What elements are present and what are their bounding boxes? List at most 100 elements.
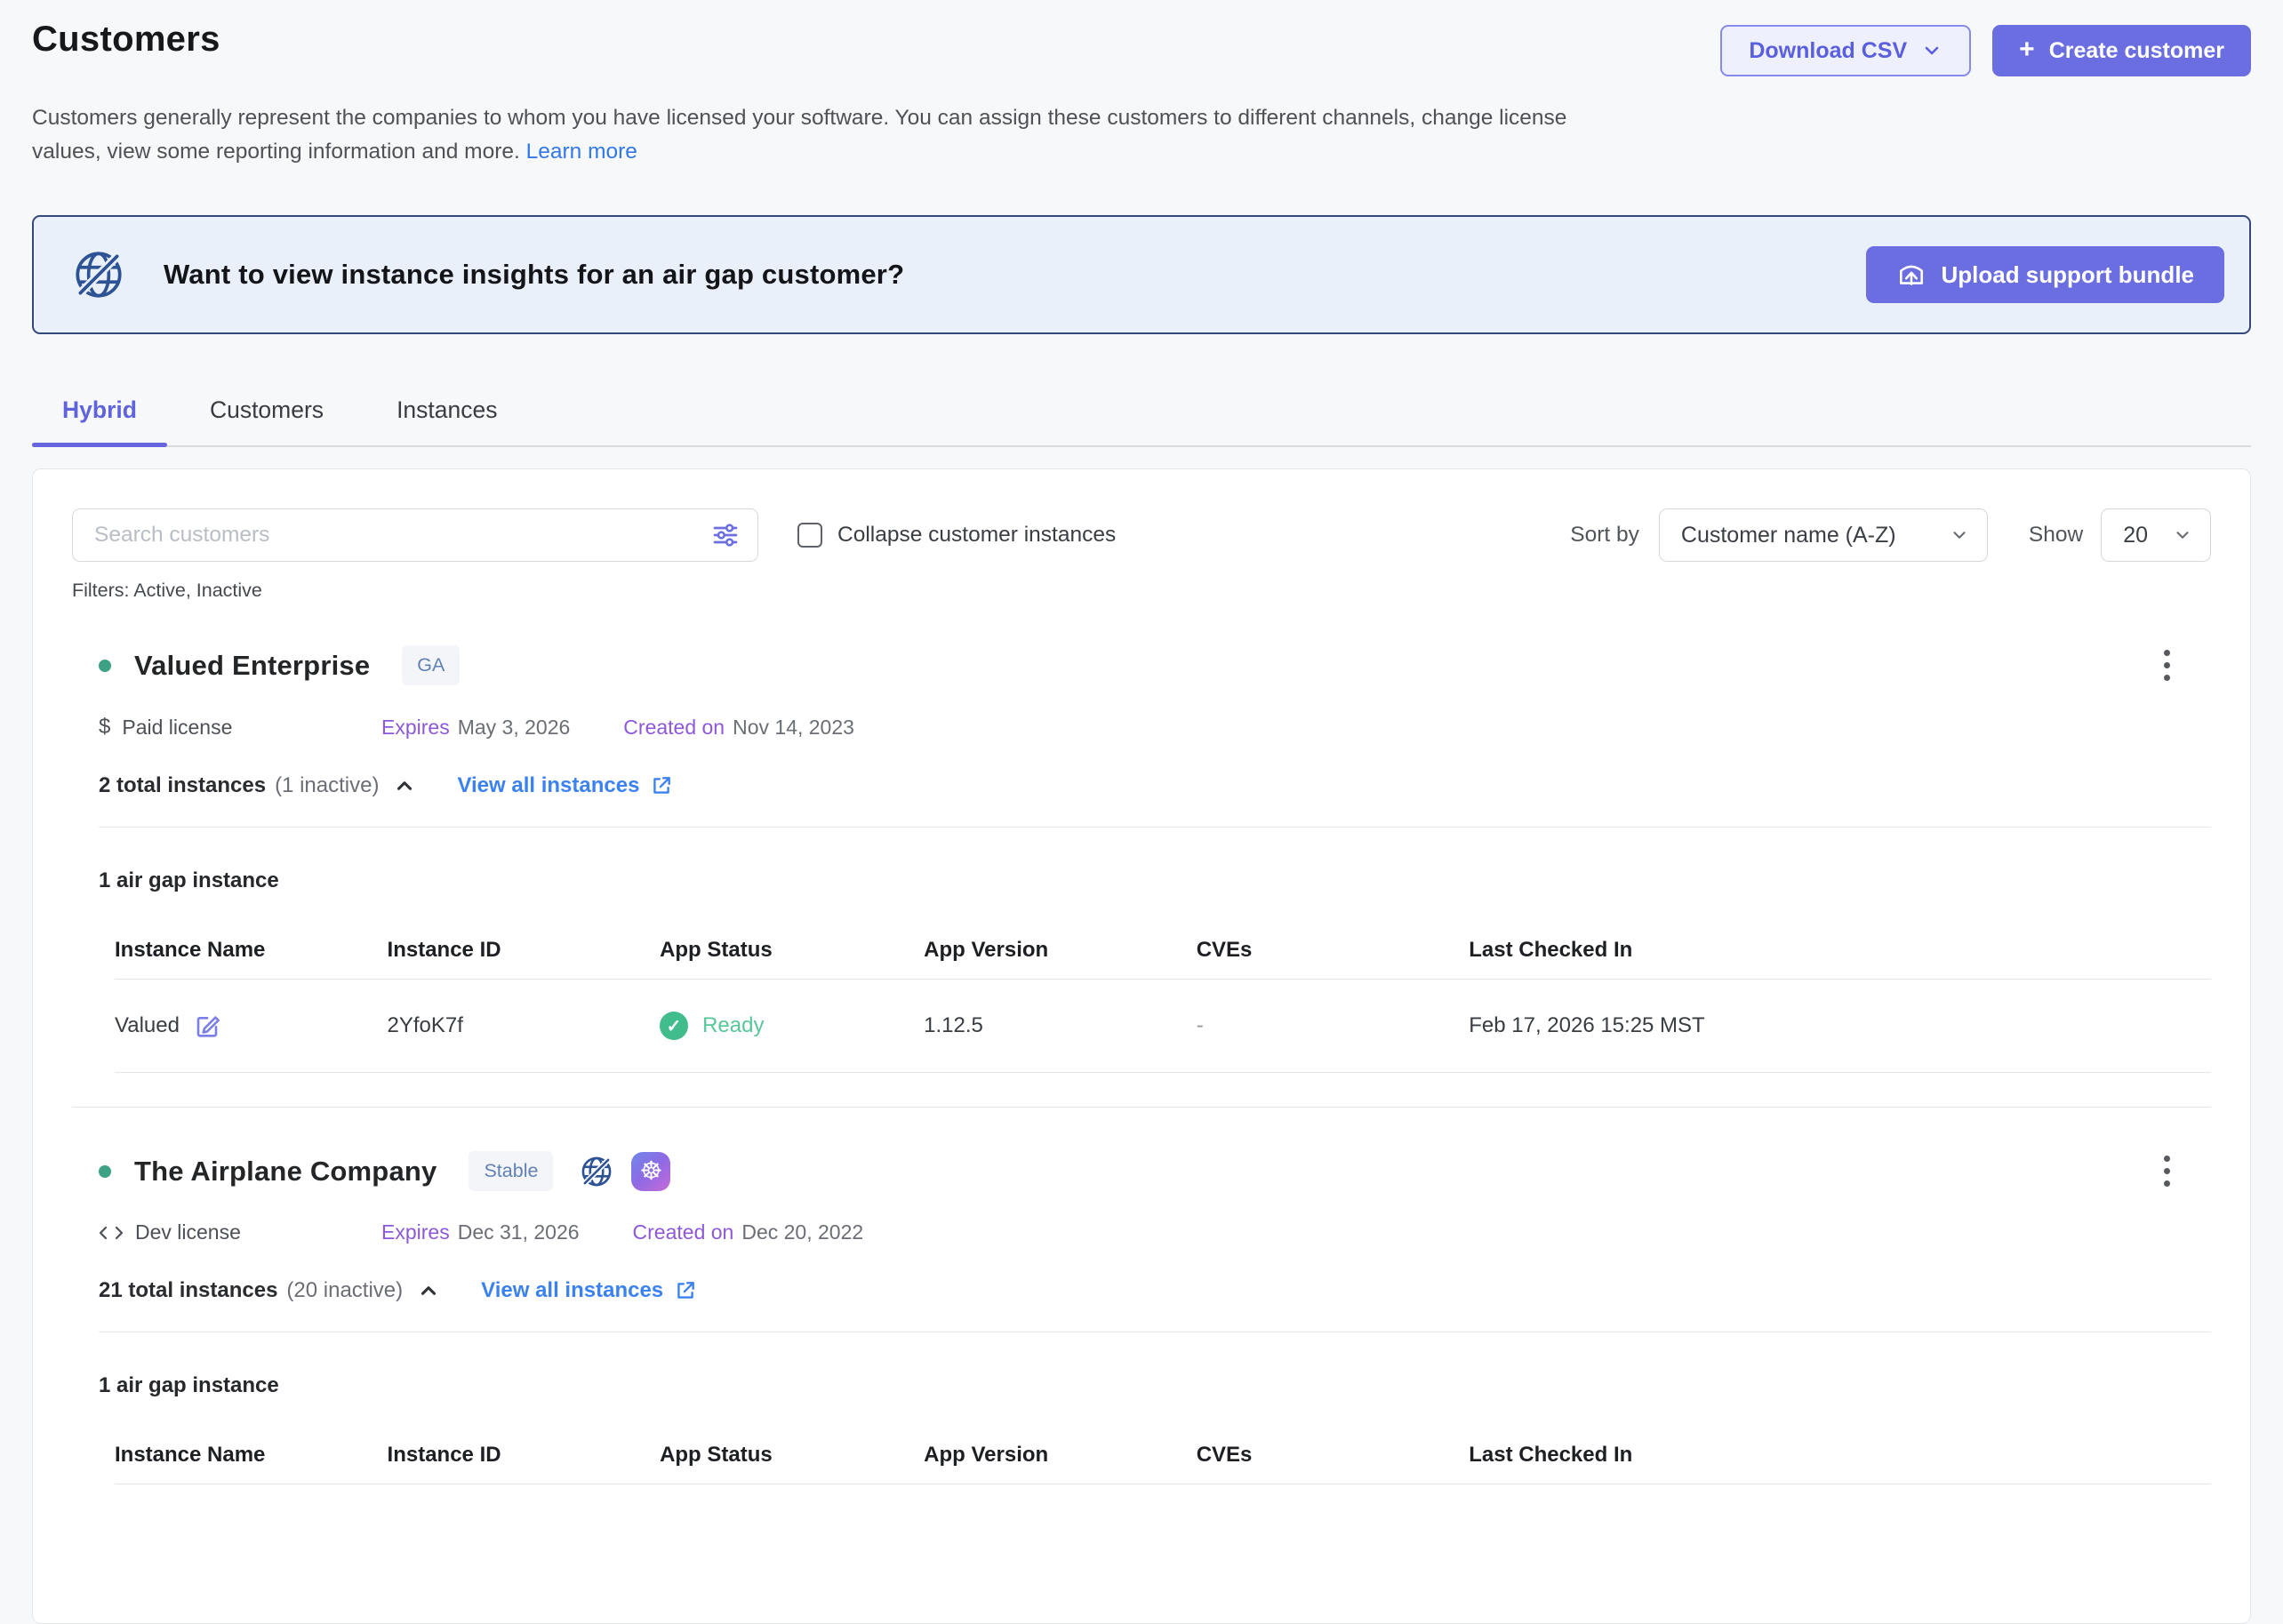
filter-sliders-icon[interactable] xyxy=(711,521,740,549)
airgap-instances-heading: 1 air gap instance xyxy=(99,1373,2211,1398)
customers-panel: Collapse customer instances Sort by Cust… xyxy=(32,468,2251,1624)
col-instance-id: Instance ID xyxy=(388,918,661,980)
expires-label: Expires xyxy=(381,1220,450,1244)
instances-summary-row: 21 total instances (20 inactive) View al… xyxy=(99,1278,2211,1303)
description-text: Customers generally represent the compan… xyxy=(32,106,1566,164)
collapse-toggle-chevron-up-icon[interactable] xyxy=(417,1279,440,1302)
sort-by-select[interactable]: Customer name (A-Z) xyxy=(1659,508,1988,562)
col-instance-id: Instance ID xyxy=(388,1423,661,1484)
status-ready-check-icon: ✓ xyxy=(660,1012,688,1040)
tab-customers[interactable]: Customers xyxy=(180,380,354,445)
col-instance-name: Instance Name xyxy=(115,1423,388,1484)
download-csv-label: Download CSV xyxy=(1749,38,1907,64)
table-row: Valued 2YfoK7f xyxy=(115,980,2211,1073)
col-last-checked-in: Last Checked In xyxy=(1469,1423,2211,1484)
channel-badge: Stable xyxy=(469,1151,553,1191)
customer-kebab-menu[interactable] xyxy=(2157,643,2177,688)
expires-item: Expires May 3, 2026 xyxy=(381,716,570,740)
upload-support-bundle-button[interactable]: Upload support bundle xyxy=(1866,246,2224,303)
page-description: Customers generally represent the compan… xyxy=(32,101,1623,169)
active-status-dot xyxy=(99,660,111,672)
app-version: 1.12.5 xyxy=(924,980,1197,1073)
created-item: Created on Nov 14, 2023 xyxy=(623,716,854,740)
channel-badge: GA xyxy=(402,645,460,685)
created-date: Dec 20, 2022 xyxy=(741,1220,863,1244)
tab-instances[interactable]: Instances xyxy=(366,380,527,445)
col-instance-name: Instance Name xyxy=(115,918,388,980)
page-title: Customers xyxy=(32,20,220,60)
table-header-row: Instance Name Instance ID App Status App… xyxy=(115,1423,2211,1484)
header-actions: Download CSV + Create customer xyxy=(1720,25,2251,76)
customer-separator xyxy=(72,1107,2211,1108)
show-label: Show xyxy=(2029,523,2083,548)
download-csv-button[interactable]: Download CSV xyxy=(1720,25,1971,76)
view-all-instances-link[interactable]: View all instances xyxy=(481,1278,697,1303)
sort-by-control: Sort by Customer name (A-Z) xyxy=(1570,508,1988,562)
customer-kebab-menu[interactable] xyxy=(2157,1148,2177,1194)
sort-by-label: Sort by xyxy=(1570,523,1639,548)
learn-more-link[interactable]: Learn more xyxy=(526,140,637,164)
airgap-globe-icon xyxy=(578,1153,615,1190)
cves-value: - xyxy=(1197,980,1470,1073)
inactive-instances-count: (1 inactive) xyxy=(275,773,379,798)
created-on-label: Created on xyxy=(633,1220,734,1244)
external-link-icon xyxy=(650,774,673,797)
customer-meta: $ Paid license Expires May 3, 2026 Create… xyxy=(99,715,2211,740)
col-app-version: App Version xyxy=(924,918,1197,980)
last-checked-in: Feb 17, 2026 15:25 MST xyxy=(1469,980,2211,1073)
code-icon xyxy=(99,1222,124,1244)
view-all-instances-link[interactable]: View all instances xyxy=(457,773,673,798)
expires-date: Dec 31, 2026 xyxy=(458,1220,580,1244)
divider xyxy=(99,827,2211,828)
created-date: Nov 14, 2023 xyxy=(733,716,854,739)
expires-label: Expires xyxy=(381,716,450,739)
kubernetes-icon: ☸ xyxy=(631,1152,670,1191)
airgap-banner: Want to view instance insights for an ai… xyxy=(32,215,2251,334)
collapse-instances-checkbox[interactable] xyxy=(797,523,822,548)
customer-capability-icons: ☸ xyxy=(578,1152,670,1191)
instances-table: Instance Name Instance ID App Status App… xyxy=(115,1423,2211,1484)
expires-item: Expires Dec 31, 2026 xyxy=(381,1220,580,1244)
search-input[interactable] xyxy=(92,522,711,548)
active-filters-text: Filters: Active, Inactive xyxy=(72,580,2211,602)
license-type: Dev license xyxy=(99,1220,381,1244)
instance-name: Valued xyxy=(115,1013,180,1038)
col-last-checked-in: Last Checked In xyxy=(1469,918,2211,980)
view-all-instances-label: View all instances xyxy=(481,1278,663,1303)
customer-name[interactable]: The Airplane Company xyxy=(134,1156,437,1188)
license-type-label: Paid license xyxy=(122,716,232,740)
app-status: Ready xyxy=(702,1013,764,1038)
chevron-down-icon xyxy=(2173,525,2192,545)
customer-header: Valued Enterprise GA xyxy=(99,643,2211,688)
external-link-icon xyxy=(674,1279,697,1302)
customer-name[interactable]: Valued Enterprise xyxy=(134,650,370,682)
create-customer-label: Create customer xyxy=(2049,38,2224,64)
total-instances-count: 21 total instances xyxy=(99,1278,277,1303)
col-cves: CVEs xyxy=(1197,1423,1470,1484)
created-on-label: Created on xyxy=(623,716,725,739)
tab-hybrid[interactable]: Hybrid xyxy=(32,380,167,445)
edit-instance-name-icon[interactable] xyxy=(194,1012,220,1039)
page-header: Customers Download CSV + Create customer xyxy=(32,20,2251,76)
chevron-down-icon xyxy=(1950,525,1969,545)
created-item: Created on Dec 20, 2022 xyxy=(633,1220,864,1244)
instance-id: 2YfoK7f xyxy=(388,980,661,1073)
table-header-row: Instance Name Instance ID App Status App… xyxy=(115,918,2211,980)
customers-page: Customers Download CSV + Create customer… xyxy=(0,0,2283,1624)
upload-icon xyxy=(1896,260,1927,290)
upload-support-bundle-label: Upload support bundle xyxy=(1941,261,2194,289)
search-box xyxy=(72,508,758,562)
collapse-toggle-chevron-up-icon[interactable] xyxy=(393,774,416,797)
view-all-instances-label: View all instances xyxy=(457,773,639,798)
airgap-globe-icon xyxy=(69,245,128,304)
banner-title: Want to view instance insights for an ai… xyxy=(164,259,1830,291)
show-select[interactable]: 20 xyxy=(2101,508,2211,562)
sort-by-value: Customer name (A-Z) xyxy=(1681,523,1896,548)
show-value: 20 xyxy=(2123,523,2148,548)
create-customer-button[interactable]: + Create customer xyxy=(1992,25,2251,76)
view-tabs: Hybrid Customers Instances xyxy=(32,380,2251,447)
chevron-down-icon xyxy=(1921,40,1943,61)
dollar-icon: $ xyxy=(99,715,110,740)
expires-date: May 3, 2026 xyxy=(458,716,571,739)
collapse-instances-label: Collapse customer instances xyxy=(837,523,1116,548)
